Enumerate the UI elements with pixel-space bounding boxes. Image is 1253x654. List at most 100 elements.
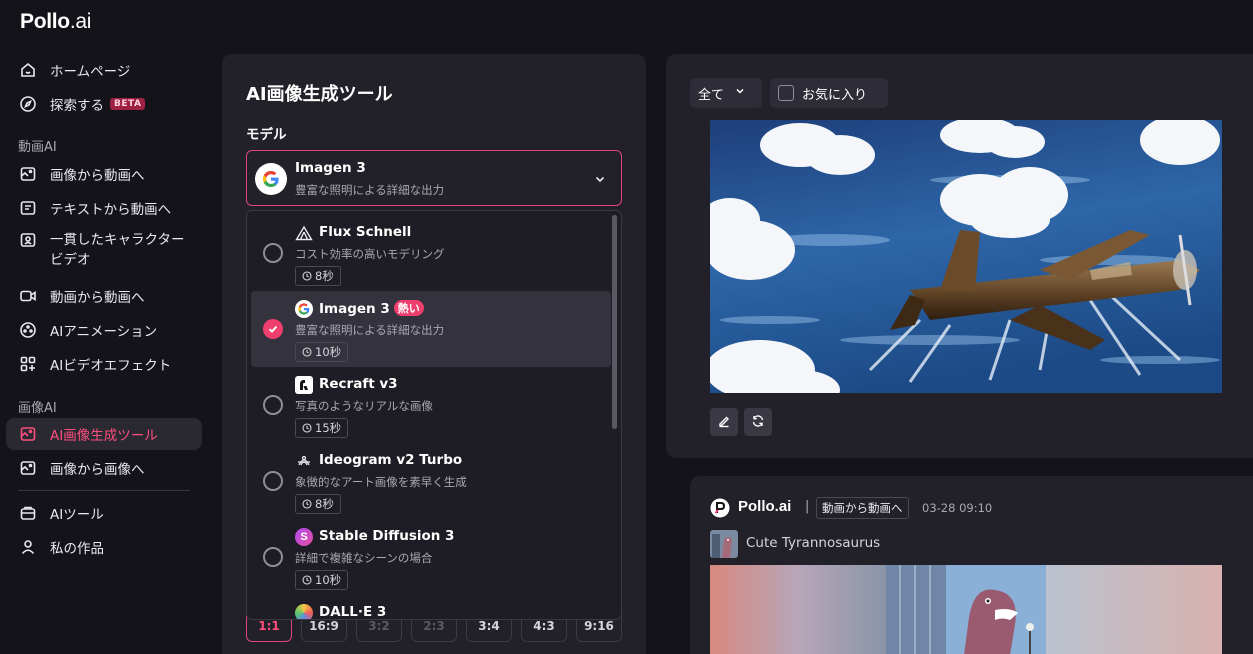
sidebar-item-explore[interactable]: 探索する BETA — [6, 88, 202, 120]
model-option-stable-diffusion-3[interactable]: S Stable Diffusion 3 詳細で複雑なシーンの場合 10秒 — [251, 519, 611, 595]
model-desc: 象徴的なアート画像を素早く生成 — [295, 475, 467, 489]
sidebar-item-label: 一貫したキャラクター ビデオ — [50, 232, 185, 268]
radio-button[interactable] — [263, 471, 283, 491]
model-name: Imagen 3 熱い — [319, 300, 424, 317]
radio-button[interactable] — [263, 547, 283, 567]
time-badge: 8秒 — [295, 266, 341, 286]
favorites-checkbox[interactable] — [778, 85, 794, 101]
radio-button-checked[interactable] — [263, 319, 283, 339]
toolbox-icon — [18, 503, 38, 523]
sidebar-item-label: AI画像生成ツール — [50, 428, 158, 444]
model-name: DALL·E 3 — [319, 604, 387, 620]
model-name: Recraft v3 — [319, 376, 398, 392]
filter-dropdown[interactable]: 全て — [690, 78, 762, 108]
recraft-icon — [295, 376, 313, 394]
google-icon — [255, 163, 287, 195]
pollo-logo-icon — [710, 498, 730, 518]
clock-icon — [302, 271, 312, 281]
chevron-down-icon — [734, 85, 746, 101]
category-tag[interactable]: 動画から動画へ — [816, 497, 909, 519]
sidebar-item-ai-image-generator[interactable]: AI画像生成ツール — [6, 418, 202, 450]
feed-card: Pollo.ai | 動画から動画へ 03-28 09:10 Cute Tyra… — [690, 476, 1253, 654]
clock-icon — [302, 575, 312, 585]
sidebar-item-video-to-video[interactable]: 動画から動画へ — [6, 280, 202, 312]
logo[interactable]: Pollo.ai — [20, 10, 91, 34]
sidebar-item-label: AIアニメーション — [50, 324, 158, 340]
dalle-icon — [295, 604, 313, 619]
user-icon — [18, 537, 38, 557]
favorites-label: お気に入り — [802, 87, 868, 103]
card-title: Cute Tyrannosaurus — [746, 535, 881, 551]
filter-label: 全て — [698, 87, 725, 103]
text-video-icon — [18, 198, 38, 218]
sidebar-item-consistent-character[interactable]: 一貫したキャラクター ビデオ — [6, 226, 202, 272]
sidebar-item-ai-animation[interactable]: AIアニメーション — [6, 314, 202, 346]
model-dropdown: Flux Schnell コスト効率の高いモデリング 8秒 Imagen 3 熱い… — [246, 210, 622, 620]
results-panel: 全て お気に入り — [666, 54, 1253, 458]
model-desc: コスト効率の高いモデリング — [295, 247, 445, 261]
hot-badge: 熱い — [393, 300, 424, 316]
sidebar-item-label: 動画から動画へ — [50, 290, 145, 306]
effects-icon — [18, 354, 38, 374]
refresh-icon — [751, 413, 765, 432]
model-name: Flux Schnell — [319, 224, 412, 240]
model-name: Stable Diffusion 3 — [319, 528, 455, 544]
sidebar-item-label: 私の作品 — [50, 541, 104, 557]
compass-icon — [18, 94, 38, 114]
model-label: モデル — [246, 127, 287, 143]
author-name[interactable]: Pollo.ai — [738, 498, 791, 515]
sidebar-item-label: AIツール — [50, 507, 104, 523]
section-label-video: 動画AI — [18, 140, 57, 155]
clock-icon — [302, 423, 312, 433]
edit-button[interactable] — [710, 408, 738, 436]
chevron-down-icon — [593, 171, 607, 190]
selected-model-name: Imagen 3 — [295, 160, 366, 176]
sidebar-item-image-to-video[interactable]: 画像から動画へ — [6, 158, 202, 190]
model-desc: 詳細で複雑なシーンの場合 — [295, 551, 433, 565]
model-desc: 写真のようなリアルな画像 — [295, 399, 433, 413]
sidebar-item-image-to-image[interactable]: 画像から画像へ — [6, 452, 202, 484]
video-preview[interactable] — [710, 565, 1222, 654]
model-name: Ideogram v2 Turbo — [319, 452, 463, 468]
generated-image-plane[interactable] — [710, 120, 1222, 393]
selected-model-desc: 豊富な照明による詳細な出力 — [295, 183, 445, 197]
image-generator-panel: AI画像生成ツール モデル Imagen 3 豊富な照明による詳細な出力 1:1… — [222, 54, 646, 654]
model-option-flux-schnell[interactable]: Flux Schnell コスト効率の高いモデリング 8秒 — [251, 215, 611, 291]
radio-button[interactable] — [263, 243, 283, 263]
section-label-image: 画像AI — [18, 401, 57, 416]
favorites-toggle[interactable]: お気に入り — [770, 78, 888, 108]
time-badge: 10秒 — [295, 342, 349, 362]
model-desc: 豊富な照明による詳細な出力 — [295, 323, 445, 337]
sidebar-item-ai-tools[interactable]: AIツール — [6, 497, 202, 529]
sidebar-item-label: AIビデオエフェクト — [50, 358, 172, 374]
sidebar: Pollo.ai ホームページ 探索する BETA 動画AI 画像から動画へ テ… — [0, 0, 210, 654]
panel-title: AI画像生成ツール — [246, 84, 393, 105]
model-option-recraft-v3[interactable]: Recraft v3 写真のようなリアルな画像 15秒 — [251, 367, 611, 443]
sidebar-item-my-works[interactable]: 私の作品 — [6, 531, 202, 563]
sidebar-item-text-to-video[interactable]: テキストから動画へ — [6, 192, 202, 224]
stable-diffusion-icon: S — [295, 528, 313, 546]
flux-icon — [295, 224, 313, 242]
animation-icon — [18, 320, 38, 340]
sidebar-item-label: 探索する — [50, 98, 104, 114]
sidebar-item-home[interactable]: ホームページ — [6, 54, 202, 86]
model-option-dalle-3[interactable]: DALL·E 3 — [251, 595, 611, 620]
time-badge: 15秒 — [295, 418, 349, 438]
radio-button[interactable] — [263, 395, 283, 415]
check-icon — [268, 325, 278, 333]
dropdown-scrollbar[interactable] — [612, 215, 617, 429]
thumbnail[interactable] — [710, 530, 738, 558]
model-select[interactable]: Imagen 3 豊富な照明による詳細な出力 — [246, 150, 622, 206]
image-video-icon — [18, 164, 38, 184]
sidebar-item-ai-video-effects[interactable]: AIビデオエフェクト — [6, 348, 202, 380]
regenerate-button[interactable] — [744, 408, 772, 436]
model-option-ideogram-v2-turbo[interactable]: Ideogram v2 Turbo 象徴的なアート画像を素早く生成 8秒 — [251, 443, 611, 519]
character-video-icon — [18, 230, 38, 250]
separator: | — [805, 499, 810, 514]
edit-icon — [717, 413, 731, 432]
model-option-imagen-3[interactable]: Imagen 3 熱い 豊富な照明による詳細な出力 10秒 — [251, 291, 611, 367]
beta-badge: BETA — [110, 98, 146, 110]
time-badge: 8秒 — [295, 494, 341, 514]
timestamp: 03-28 09:10 — [922, 501, 993, 515]
sidebar-item-label: 画像から動画へ — [50, 168, 145, 184]
